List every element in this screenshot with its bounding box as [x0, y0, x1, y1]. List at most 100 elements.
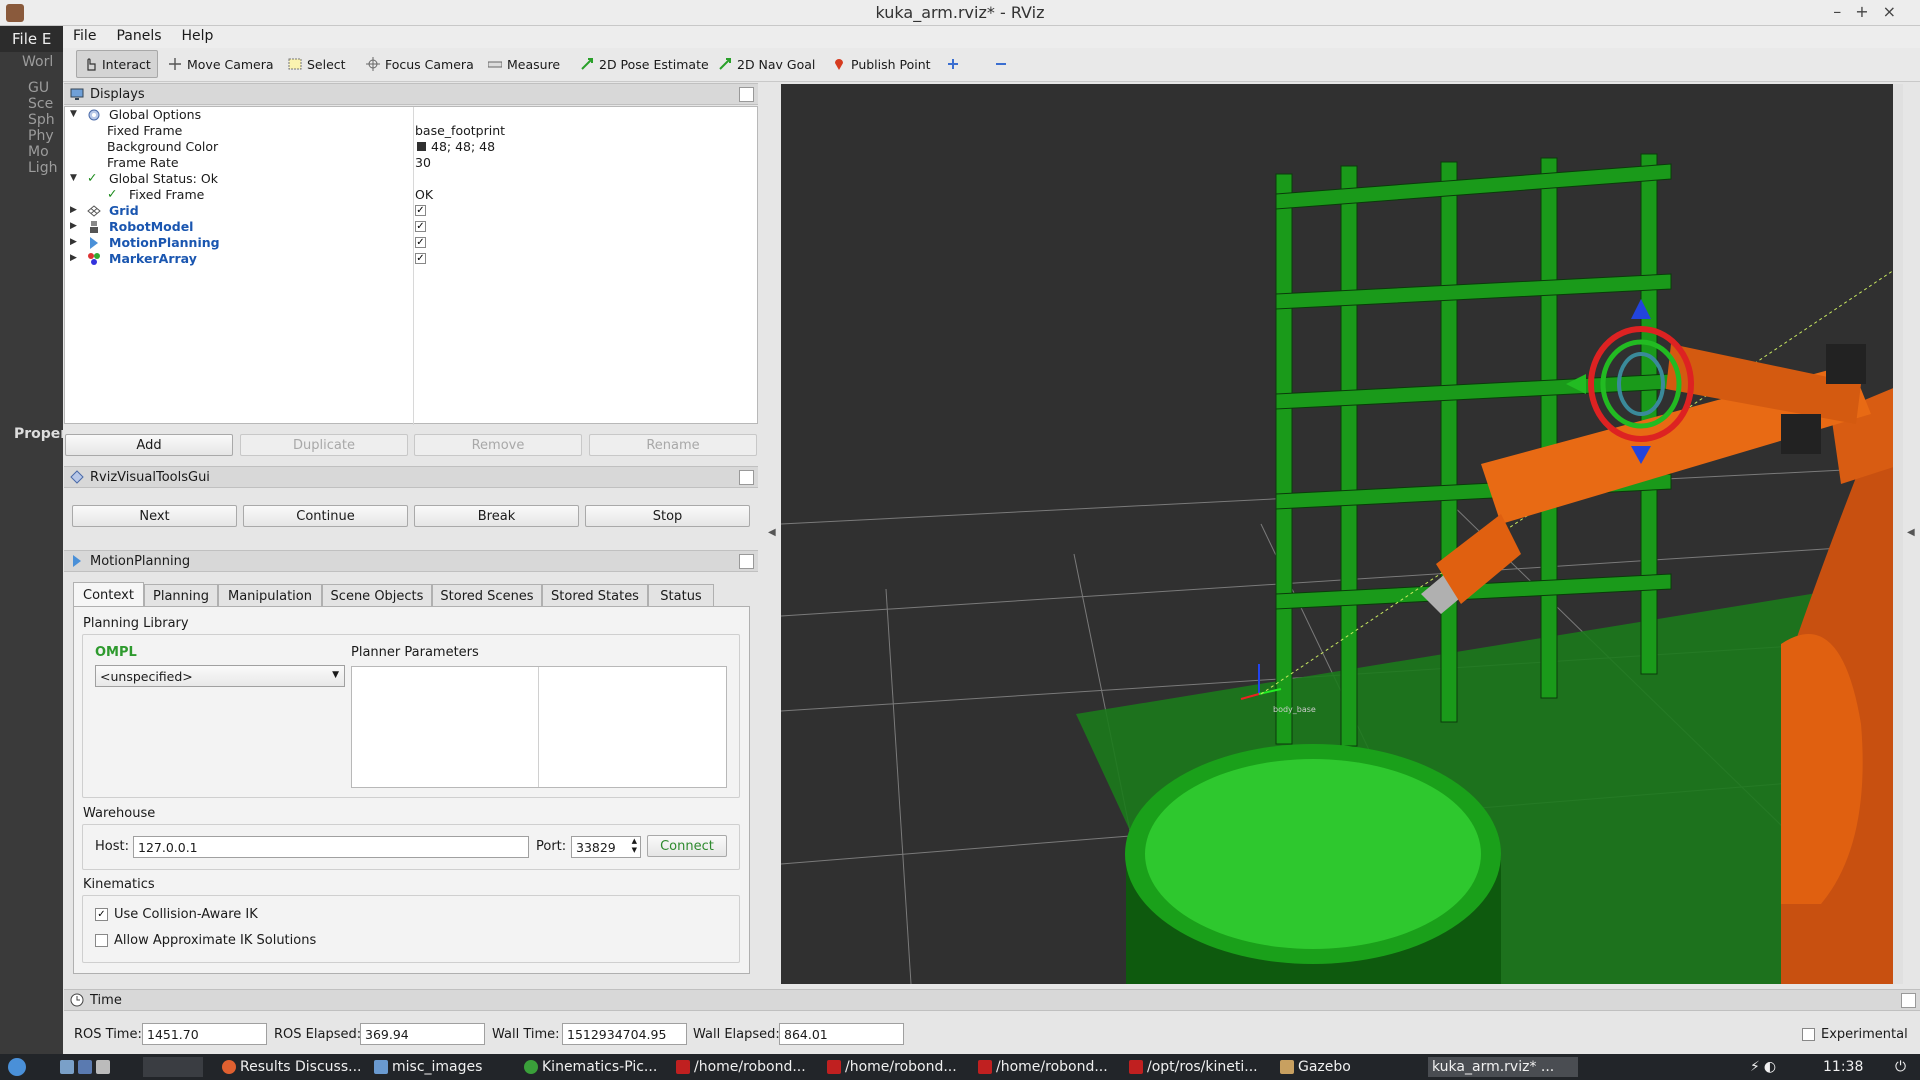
experimental-checkbox[interactable]	[1802, 1028, 1815, 1041]
motion-planning-enabled-checkbox[interactable]: ✓	[415, 237, 426, 248]
taskbar-item[interactable]: /home/robond...	[978, 1057, 1108, 1077]
tree-row-robot-model[interactable]: ▶ RobotModel ✓	[65, 219, 755, 235]
tree-row-motion-planning[interactable]: ▶ MotionPlanning ✓	[65, 235, 755, 251]
volume-icon[interactable]: ◐	[1764, 1059, 1776, 1075]
displays-float-button[interactable]	[739, 87, 754, 102]
collapsed-arrow-icon[interactable]: ▶	[70, 205, 77, 215]
collapsed-arrow-icon[interactable]: ▶	[70, 221, 77, 231]
tree-row-status-fixed-frame[interactable]: ✓ Fixed Frame OK	[65, 186, 755, 203]
robot-model-enabled-checkbox[interactable]: ✓	[415, 221, 426, 232]
taskbar-item[interactable]: Gazebo	[1280, 1057, 1351, 1077]
stop-button[interactable]: Stop	[585, 505, 750, 527]
add-tool-button[interactable]	[940, 50, 966, 78]
select-tool-button[interactable]: Select	[282, 50, 352, 78]
grid-enabled-checkbox[interactable]: ✓	[415, 205, 426, 216]
marker-array-enabled-checkbox[interactable]: ✓	[415, 253, 426, 264]
taskbar-item-active[interactable]: kuka_arm.rviz* ...	[1428, 1057, 1578, 1077]
collapsed-arrow-icon[interactable]: ▶	[70, 253, 77, 263]
network-icon[interactable]: ⚡	[1750, 1059, 1760, 1075]
background-tree-item[interactable]: Mo	[28, 144, 49, 160]
menu-panels[interactable]: Panels	[106, 26, 171, 44]
menu-help[interactable]: Help	[172, 26, 224, 44]
3d-viewport[interactable]: body_base	[781, 84, 1903, 984]
minimize-icon[interactable]: –	[1833, 2, 1855, 21]
taskbar-clock[interactable]: 11:38	[1823, 1057, 1863, 1077]
tab-context[interactable]: Context	[73, 582, 144, 607]
background-color-value[interactable]: 48; 48; 48	[431, 139, 495, 154]
rename-display-button[interactable]: Rename	[589, 434, 757, 456]
workspace-switcher[interactable]	[143, 1057, 203, 1077]
next-button[interactable]: Next	[72, 505, 237, 527]
tree-row-grid[interactable]: ▶ Grid ✓	[65, 203, 755, 219]
port-spinbox[interactable]: 33829 ▲ ▼	[571, 836, 641, 858]
background-edit-menu[interactable]: E	[42, 30, 51, 48]
background-tree-item[interactable]: Sph	[28, 112, 55, 128]
tab-stored-states[interactable]: Stored States	[542, 584, 648, 607]
time-float-button[interactable]	[1901, 993, 1916, 1008]
tab-planning[interactable]: Planning	[144, 584, 218, 607]
file-manager-icon[interactable]	[60, 1060, 74, 1074]
scene-render[interactable]: body_base	[781, 84, 1903, 984]
background-tree-item[interactable]: Phy	[28, 128, 54, 144]
taskbar-item[interactable]: /opt/ros/kineti...	[1129, 1057, 1258, 1077]
background-tree-item[interactable]: GU	[28, 80, 49, 96]
taskbar-item[interactable]: Kinematics-Pic...	[524, 1057, 657, 1077]
motion-planning-float-button[interactable]	[739, 554, 754, 569]
collapsed-arrow-icon[interactable]: ▶	[70, 237, 77, 247]
taskbar-item[interactable]: misc_images	[374, 1057, 482, 1077]
tree-row-frame-rate[interactable]: Frame Rate 30	[65, 155, 755, 171]
background-tree-item[interactable]: Worl	[22, 54, 53, 70]
fixed-frame-value[interactable]: base_footprint	[415, 123, 505, 138]
remove-tool-button[interactable]	[988, 50, 1014, 78]
expanded-arrow-icon[interactable]: ▼	[70, 109, 77, 119]
tab-stored-scenes[interactable]: Stored Scenes	[432, 584, 542, 607]
tree-row-fixed-frame[interactable]: Fixed Frame base_footprint	[65, 123, 755, 139]
planner-parameters-table[interactable]	[351, 666, 727, 788]
collapse-left-icon[interactable]: ◀	[768, 527, 776, 538]
wall-elapsed-field[interactable]: 864.01	[779, 1023, 904, 1045]
collision-ik-checkbox[interactable]: ✓	[95, 908, 108, 921]
maximize-icon[interactable]: +	[1855, 2, 1882, 21]
visual-tools-float-button[interactable]	[739, 470, 754, 485]
remove-display-button[interactable]: Remove	[414, 434, 582, 456]
tree-row-marker-array[interactable]: ▶ MarkerArray ✓	[65, 251, 755, 267]
interact-tool-button[interactable]: Interact	[76, 50, 158, 78]
taskbar-item[interactable]: Results Discuss...	[222, 1057, 361, 1077]
planner-select[interactable]: <unspecified> ▼	[95, 665, 345, 687]
tree-row-background-color[interactable]: Background Color 48; 48; 48	[65, 139, 755, 155]
frame-rate-value[interactable]: 30	[415, 155, 431, 170]
background-file-menu[interactable]: File	[12, 30, 37, 48]
launcher-icons[interactable]	[60, 1057, 110, 1077]
tab-manipulation[interactable]: Manipulation	[218, 584, 322, 607]
background-app-menu[interactable]: File E	[0, 26, 63, 52]
add-display-button[interactable]: Add	[65, 434, 233, 456]
menu-file[interactable]: File	[63, 26, 106, 44]
break-button[interactable]: Break	[414, 505, 579, 527]
continue-button[interactable]: Continue	[243, 505, 408, 527]
tray-icons[interactable]: ⚡ ◐	[1750, 1057, 1776, 1077]
terminal-icon[interactable]	[78, 1060, 92, 1074]
move-camera-tool-button[interactable]: Move Camera	[162, 50, 280, 78]
collapse-right-icon[interactable]: ◀	[1907, 527, 1915, 538]
host-input[interactable]: 127.0.0.1	[133, 836, 529, 858]
publish-point-tool-button[interactable]: Publish Point	[826, 50, 937, 78]
start-menu-icon[interactable]	[8, 1057, 26, 1077]
connect-button[interactable]: Connect	[647, 835, 727, 857]
measure-tool-button[interactable]: Measure	[482, 50, 566, 78]
ros-time-field[interactable]: 1451.70	[142, 1023, 267, 1045]
editor-icon[interactable]	[96, 1060, 110, 1074]
nav-goal-tool-button[interactable]: 2D Nav Goal	[712, 50, 821, 78]
approx-ik-checkbox[interactable]	[95, 934, 108, 947]
taskbar-item[interactable]: /home/robond...	[827, 1057, 957, 1077]
wall-time-field[interactable]: 1512934704.95	[562, 1023, 687, 1045]
tab-status[interactable]: Status	[648, 584, 714, 607]
ros-elapsed-field[interactable]: 369.94	[360, 1023, 485, 1045]
taskbar-item[interactable]: /home/robond...	[676, 1057, 806, 1077]
spin-arrows-icon[interactable]: ▲ ▼	[632, 837, 637, 855]
expanded-arrow-icon[interactable]: ▼	[70, 173, 77, 183]
background-tree-item[interactable]: Sce	[28, 96, 53, 112]
close-icon[interactable]: ×	[1883, 2, 1910, 21]
power-icon[interactable]: ⏻	[1895, 1057, 1906, 1077]
focus-camera-tool-button[interactable]: Focus Camera	[360, 50, 480, 78]
duplicate-display-button[interactable]: Duplicate	[240, 434, 408, 456]
